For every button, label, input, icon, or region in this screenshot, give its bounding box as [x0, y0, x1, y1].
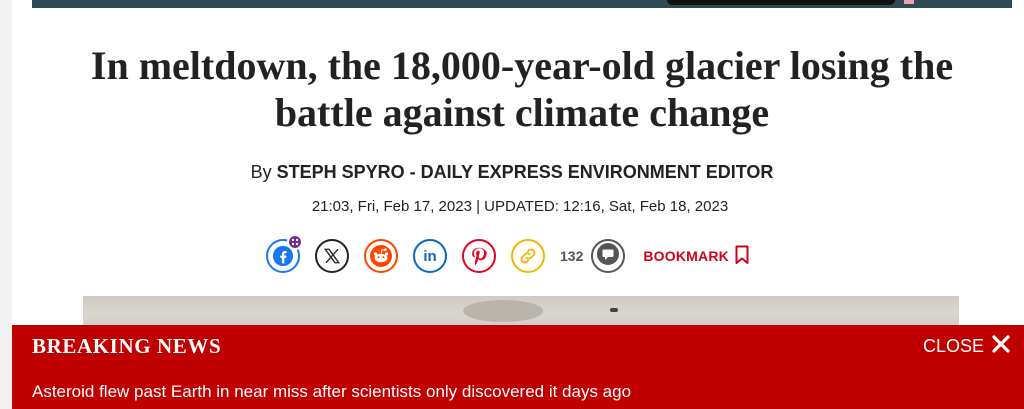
byline: By STEPH SPYRO - DAILY EXPRESS ENVIRONME…	[0, 162, 1024, 183]
article-headline: In meltdown, the 18,000-year-old glacier…	[90, 43, 954, 135]
x-share-button[interactable]	[315, 239, 349, 273]
bookmark-label: BOOKMARK	[643, 248, 729, 264]
comment-count[interactable]: 132	[560, 248, 583, 264]
app-grid-badge-icon	[287, 234, 303, 250]
comment-icon	[596, 242, 620, 271]
top-ad-banner[interactable]	[32, 0, 1012, 8]
reddit-icon	[369, 244, 393, 268]
copy-link-icon	[518, 246, 538, 266]
linkedin-icon: in	[418, 244, 442, 268]
banner-accent	[904, 0, 914, 4]
svg-text:in: in	[423, 248, 436, 265]
close-icon	[984, 335, 1010, 358]
linkedin-share-button[interactable]: in	[413, 239, 447, 273]
hero-rock	[610, 308, 618, 312]
breaking-news-banner: BREAKING NEWS CLOSE Asteroid flew past E…	[12, 325, 1024, 409]
author-link[interactable]: STEPH SPYRO - DAILY EXPRESS ENVIRONMENT …	[277, 162, 774, 182]
byline-prefix: By	[250, 162, 272, 182]
article-dateline: 21:03, Fri, Feb 17, 2023 | UPDATED: 12:1…	[311, 198, 729, 215]
banner-dark-strip	[667, 0, 895, 5]
facebook-share-button[interactable]	[266, 234, 303, 273]
hero-image	[83, 296, 959, 326]
hero-crevasse	[463, 300, 543, 322]
breaking-news-link[interactable]: Asteroid flew past Earth in near miss af…	[32, 382, 631, 402]
copy-link-button[interactable]	[511, 239, 545, 273]
bookmark-button[interactable]: BOOKMARK	[643, 245, 749, 268]
bookmark-icon	[729, 245, 749, 268]
breaking-close-button[interactable]: CLOSE	[923, 335, 1010, 358]
reddit-share-button[interactable]	[364, 239, 398, 273]
close-label: CLOSE	[922, 336, 984, 356]
breaking-news-title: BREAKING NEWS	[32, 334, 222, 358]
pinterest-icon	[468, 245, 490, 267]
pinterest-share-button[interactable]	[462, 239, 496, 273]
share-bar: in 132 BOOKMARK	[266, 234, 749, 274]
x-icon	[323, 247, 341, 265]
comments-button[interactable]	[591, 239, 626, 273]
